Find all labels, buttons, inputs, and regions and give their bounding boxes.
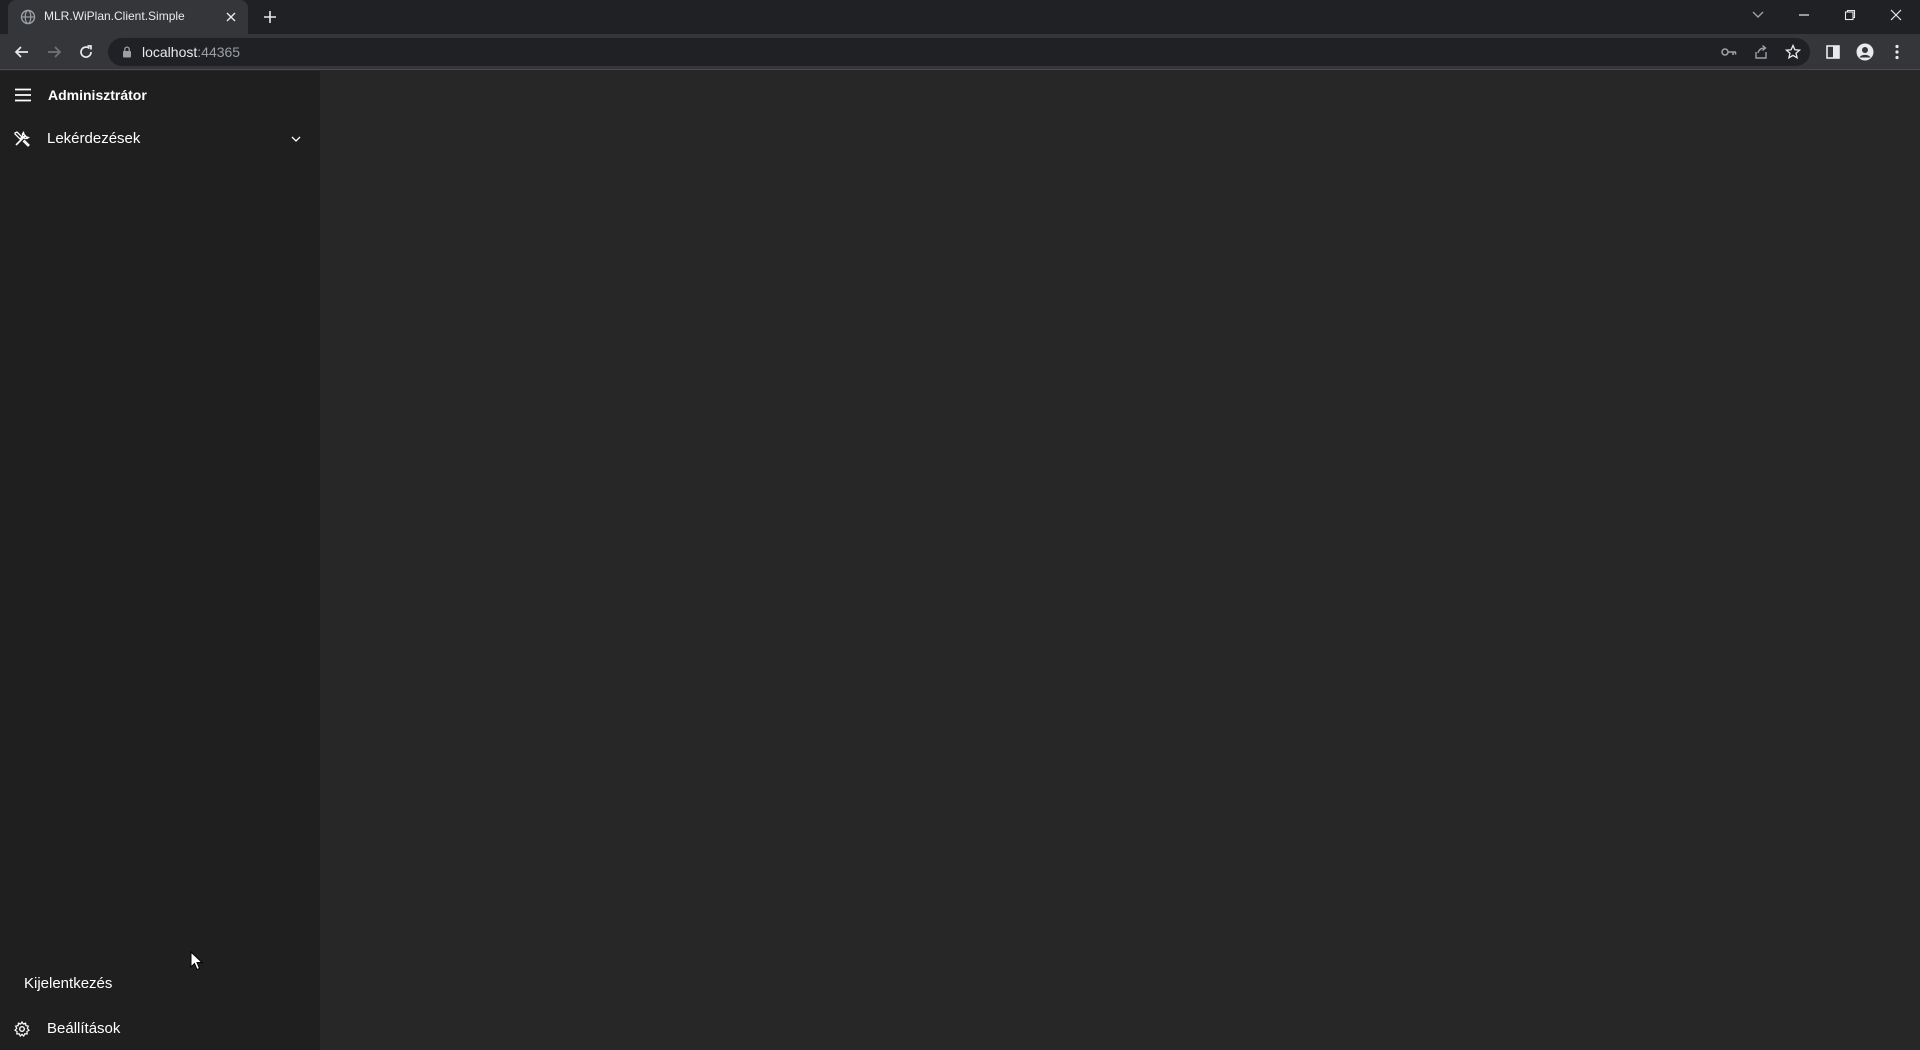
profile-button[interactable]: [1853, 40, 1877, 64]
url-port: :44365: [197, 44, 241, 60]
address-bar[interactable]: localhost:44365: [108, 38, 1810, 66]
close-icon: [1890, 9, 1902, 21]
sidebar-item-label: Lekérdezések: [47, 130, 141, 147]
url-text[interactable]: localhost:44365: [142, 44, 240, 60]
globe-icon: [20, 9, 36, 25]
close-icon[interactable]: [223, 9, 239, 25]
app-viewport: Adminisztrátor Lekérdezések Kijelentkezé…: [0, 71, 1920, 1050]
minimize-icon: [1799, 14, 1809, 16]
side-panel-icon: [1826, 45, 1840, 59]
main-content: [320, 71, 1920, 1050]
chevron-down-icon[interactable]: [288, 131, 304, 147]
side-panel-button[interactable]: [1821, 40, 1845, 64]
menu-button[interactable]: [1885, 40, 1909, 64]
logout-link[interactable]: Kijelentkezés: [24, 975, 112, 992]
restore-icon: [1844, 9, 1856, 21]
star-icon[interactable]: [1782, 42, 1804, 62]
sidebar-item-lekerdezesek[interactable]: Lekérdezések: [0, 119, 320, 159]
key-icon[interactable]: [1718, 42, 1740, 62]
reload-icon: [80, 45, 92, 58]
sidebar-title: Adminisztrátor: [48, 87, 147, 103]
browser-toolbar: localhost:44365: [0, 34, 1920, 70]
gear-icon: [12, 1019, 32, 1039]
minimize-button[interactable]: [1790, 4, 1818, 26]
plus-icon: [264, 11, 276, 23]
back-button[interactable]: [10, 40, 34, 64]
sidebar-header: Adminisztrátor: [0, 71, 320, 119]
close-window-button[interactable]: [1882, 4, 1910, 26]
tab-title: MLR.WiPlan.Client.Simple: [44, 9, 185, 23]
kebab-menu-icon: [1895, 44, 1899, 60]
chevron-down-icon: [1752, 11, 1764, 18]
new-tab-button[interactable]: [260, 7, 280, 27]
browser-tab[interactable]: MLR.WiPlan.Client.Simple: [8, 0, 248, 34]
tab-search-button[interactable]: [1744, 4, 1772, 26]
lock-icon[interactable]: [120, 45, 134, 59]
profile-icon: [1856, 43, 1874, 61]
url-host: localhost: [142, 44, 198, 60]
arrow-left-icon: [14, 46, 28, 58]
browser-tab-strip: MLR.WiPlan.Client.Simple: [0, 0, 1920, 34]
mouse-cursor-icon: [190, 951, 204, 971]
forward-button[interactable]: [42, 40, 66, 64]
settings-label: Beállítások: [47, 1020, 121, 1037]
sidebar: Adminisztrátor Lekérdezések Kijelentkezé…: [0, 71, 320, 1050]
share-icon[interactable]: [1750, 42, 1772, 62]
reload-button[interactable]: [74, 40, 98, 64]
tools-icon: [12, 129, 32, 149]
arrow-right-icon: [48, 46, 62, 58]
restore-button[interactable]: [1836, 4, 1864, 26]
hamburger-menu-icon[interactable]: [12, 84, 34, 106]
sidebar-item-settings[interactable]: Beállítások: [0, 1007, 320, 1047]
